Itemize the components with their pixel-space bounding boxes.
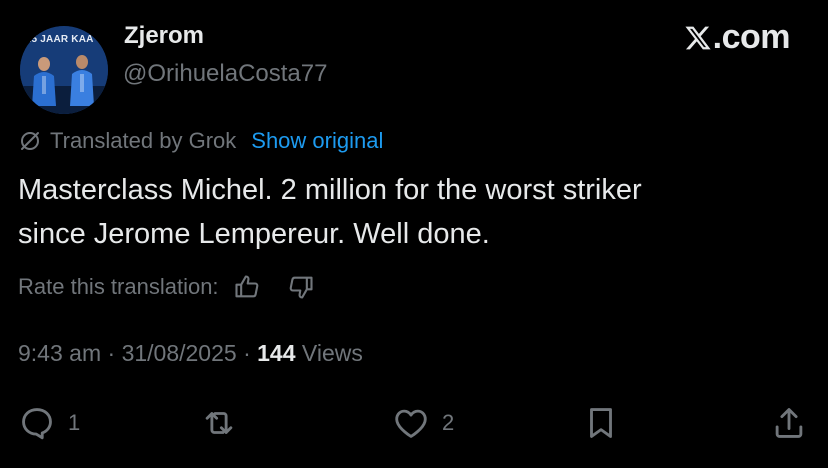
display-name[interactable]: Zjerom	[124, 22, 204, 50]
tweet-text-line: since Jerome Lempereur. Well done.	[18, 218, 490, 250]
like-button[interactable]: 2	[392, 404, 454, 442]
rate-translation: Rate this translation:	[18, 272, 315, 302]
tweet-text: Masterclass Michel. 2 million for the wo…	[18, 168, 798, 256]
x-logo-text: .com	[712, 18, 791, 56]
x-logo: .com	[684, 18, 791, 57]
share-icon	[775, 408, 803, 438]
bookmark-icon	[590, 408, 612, 438]
bookmark-button[interactable]	[582, 404, 620, 442]
tweet-text-line: Masterclass Michel. 2 million for the wo…	[18, 174, 642, 206]
tweet-meta: 9:43 am · 31/08/2025 · 144 Views	[18, 340, 363, 367]
meta-separator: ·	[236, 340, 258, 366]
views-count: 144	[257, 340, 296, 366]
share-button[interactable]	[770, 404, 808, 442]
translation-info: Translated by Grok Show original	[18, 127, 383, 155]
grok-icon	[21, 132, 39, 150]
tweet-time[interactable]: 9:43 am	[18, 340, 101, 367]
avatar-text: 125 JAAR KAA GENT	[20, 34, 108, 45]
reply-icon	[22, 408, 52, 440]
meta-separator: ·	[101, 340, 122, 366]
tweet-date[interactable]: 31/08/2025	[122, 340, 237, 367]
thumbs-up-icon[interactable]	[233, 273, 261, 301]
user-handle[interactable]: @OrihuelaCosta77	[123, 60, 327, 88]
translated-label: Translated by Grok	[50, 128, 237, 153]
show-original-link[interactable]: Show original	[251, 128, 383, 154]
retweet-icon	[205, 412, 233, 434]
reply-count: 1	[68, 410, 81, 435]
views-label: Views	[295, 340, 363, 366]
like-count: 2	[442, 410, 455, 435]
thumbs-down-icon[interactable]	[287, 273, 315, 301]
reply-button[interactable]: 1	[18, 404, 80, 442]
action-bar: 1 2	[0, 398, 828, 448]
rate-label: Rate this translation:	[18, 274, 219, 299]
heart-icon	[395, 409, 427, 438]
retweet-button[interactable]	[200, 404, 250, 442]
avatar[interactable]: 125 JAAR KAA GENT	[20, 26, 108, 114]
tweet-card: 125 JAAR KAA GENT Zjerom @OrihuelaCosta7…	[0, 0, 828, 468]
x-logo-icon	[685, 26, 711, 49]
